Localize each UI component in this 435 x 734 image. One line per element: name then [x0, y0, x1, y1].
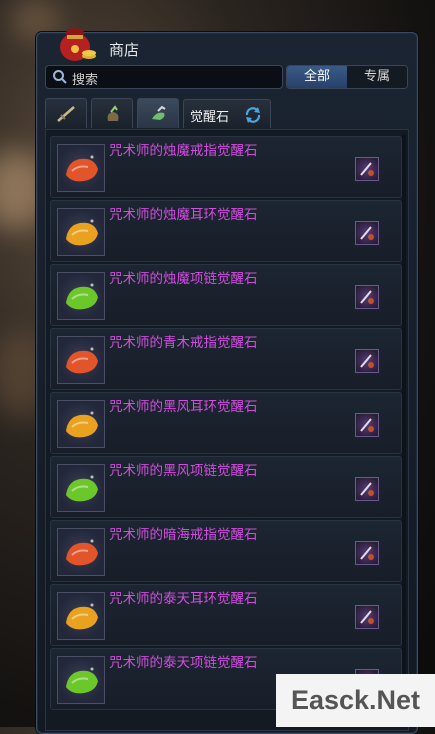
- scrollbar[interactable]: [402, 134, 406, 694]
- item-name: 咒术师的烛魔耳环觉醒石: [109, 207, 258, 223]
- search-input[interactable]: 搜索: [45, 65, 283, 89]
- filter-all-button[interactable]: 全部: [287, 66, 347, 88]
- window-title: 商店: [109, 41, 140, 59]
- awakening-stone-icon: [57, 656, 105, 704]
- item-name: 咒术师的烛魔戒指觉醒石: [109, 143, 258, 159]
- list-item[interactable]: 咒术师的泰天耳环觉醒石: [50, 584, 402, 646]
- tab-weapons[interactable]: [45, 98, 87, 128]
- sword-icon: [57, 106, 75, 122]
- currency-icon: [355, 157, 379, 181]
- item-list: 咒术师的烛魔戒指觉醒石 咒术师的烛魔耳环觉醒石 咒术师的烛魔项链觉醒石 咒术师的青木戒…: [45, 129, 409, 731]
- refresh-icon[interactable]: [244, 106, 262, 124]
- currency-icon: [355, 285, 379, 309]
- list-item[interactable]: 咒术师的烛魔戒指觉醒石: [50, 136, 402, 198]
- list-item[interactable]: 咒术师的青木戒指觉醒石: [50, 328, 402, 390]
- list-item[interactable]: 咒术师的黑风项链觉醒石: [50, 456, 402, 518]
- item-name: 咒术师的暗海戒指觉醒石: [109, 527, 258, 543]
- currency-icon: [355, 605, 379, 629]
- awakening-stone-icon: [57, 528, 105, 576]
- filter-segment: 全部 专属: [286, 65, 408, 89]
- currency-icon: [355, 477, 379, 501]
- shop-bag-icon: [53, 19, 99, 65]
- item-name: 咒术师的烛魔项链觉醒石: [109, 271, 258, 287]
- filter-exclusive-button[interactable]: 专属: [347, 66, 407, 88]
- tab-items[interactable]: [91, 98, 133, 128]
- list-item[interactable]: 咒术师的烛魔耳环觉醒石: [50, 200, 402, 262]
- item-name: 咒术师的黑风项链觉醒石: [109, 463, 258, 479]
- currency-icon: [355, 349, 379, 373]
- awakening-stone-icon: [57, 592, 105, 640]
- tab-gems[interactable]: [137, 98, 179, 128]
- tab-awakening-stones-label: 觉醒石: [190, 110, 230, 125]
- tab-awakening-stones[interactable]: 觉醒石: [183, 99, 271, 128]
- list-item[interactable]: 咒术师的烛魔项链觉醒石: [50, 264, 402, 326]
- list-item[interactable]: 咒术师的黑风耳环觉醒石: [50, 392, 402, 454]
- awakening-stone-icon: [57, 336, 105, 384]
- list-item[interactable]: 咒术师的暗海戒指觉醒石: [50, 520, 402, 582]
- search-icon: [52, 69, 68, 85]
- awakening-stone-icon: [57, 208, 105, 256]
- gem-icon: [152, 105, 166, 120]
- currency-icon: [355, 413, 379, 437]
- item-name: 咒术师的青木戒指觉醒石: [109, 335, 258, 351]
- search-placeholder: 搜索: [72, 73, 99, 88]
- watermark-text: Easck.Net: [276, 674, 435, 727]
- currency-icon: [355, 541, 379, 565]
- awakening-stone-icon: [57, 144, 105, 192]
- item-name: 咒术师的黑风耳环觉醒石: [109, 399, 258, 415]
- awakening-stone-icon: [57, 272, 105, 320]
- item-name: 咒术师的泰天耳环觉醒石: [109, 591, 258, 607]
- awakening-stone-icon: [57, 464, 105, 512]
- category-tabs: 觉醒石: [45, 98, 405, 128]
- shop-window: 商店 搜索 全部 专属 觉醒石 咒术师的烛魔戒指觉醒石 咒术师的烛魔耳环觉醒石 …: [36, 28, 418, 734]
- currency-icon: [355, 221, 379, 245]
- pouch-icon: [107, 105, 119, 121]
- item-name: 咒术师的泰天项链觉醒石: [109, 655, 258, 671]
- awakening-stone-icon: [57, 400, 105, 448]
